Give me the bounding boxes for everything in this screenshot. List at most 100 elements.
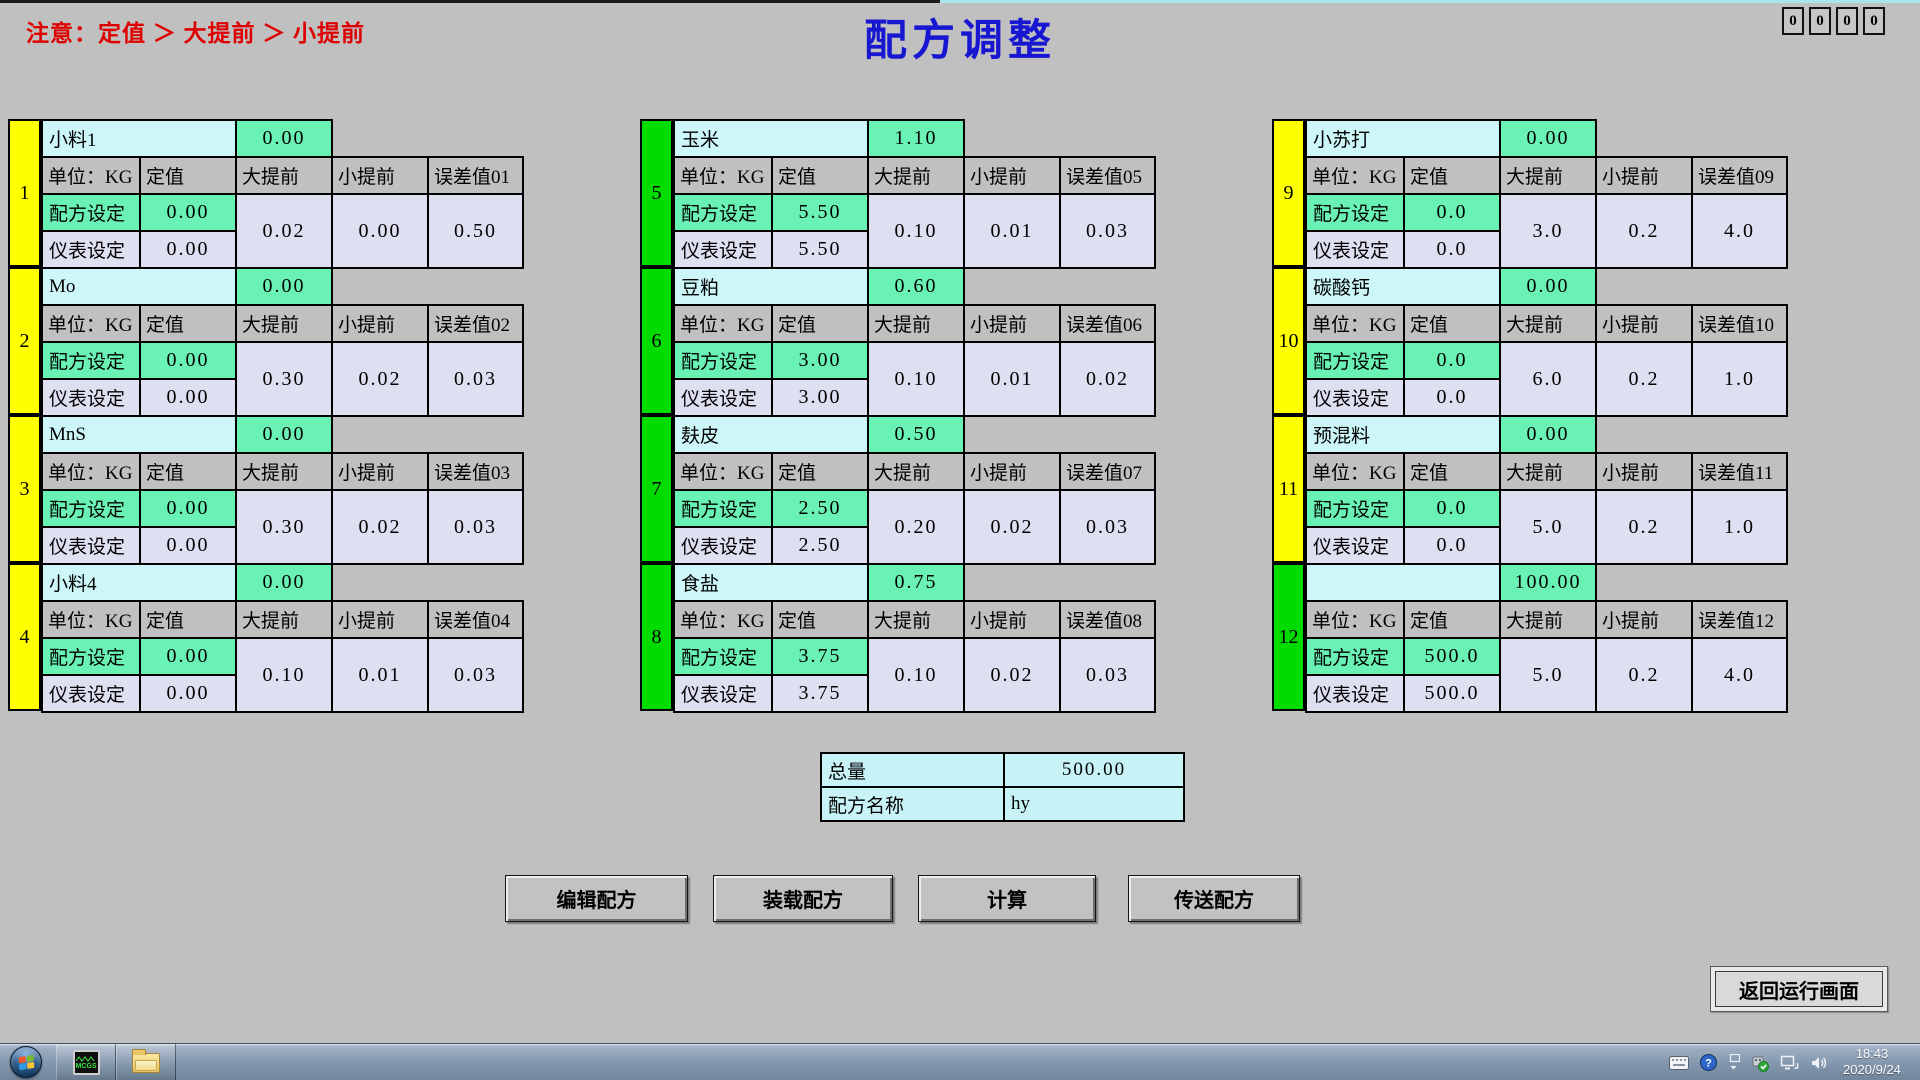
- recipe-set-label: 配方设定: [674, 638, 772, 675]
- summary-box: 总量 500.00 配方名称 hy: [820, 752, 1185, 822]
- small-advance-value[interactable]: 0.01: [964, 194, 1060, 268]
- big-advance-value[interactable]: 0.10: [868, 194, 964, 268]
- big-advance-value[interactable]: 0.20: [868, 490, 964, 564]
- back-to-run-screen-button[interactable]: 返回运行画面: [1710, 966, 1888, 1012]
- panel-blank-area: [1596, 268, 1787, 305]
- error-value[interactable]: 0.50: [428, 194, 523, 268]
- big-advance-value[interactable]: 0.30: [236, 490, 332, 564]
- recipe-set-value[interactable]: 500.0: [1404, 638, 1500, 675]
- current-weight-value: 0.50: [868, 416, 964, 453]
- counter-box: 0: [1782, 7, 1804, 35]
- big-advance-value[interactable]: 0.10: [868, 638, 964, 712]
- error-value[interactable]: 0.03: [428, 342, 523, 416]
- ingredient-table: Mo 0.00 单位：KG 定值 大提前 小提前 误差值02 配方设定 0.00…: [41, 267, 524, 417]
- ingredient-panel: 5 玉米 1.10 单位：KG 定值 大提前 小提前 误差值05 配方设定 5.…: [640, 119, 1155, 267]
- panel-blank-area: [964, 416, 1155, 453]
- small-advance-value[interactable]: 0.02: [964, 490, 1060, 564]
- small-advance-value[interactable]: 0.2: [1596, 638, 1692, 712]
- recipe-set-value[interactable]: 0.0: [1404, 194, 1500, 231]
- error-label: 误差值12: [1692, 601, 1787, 638]
- small-advance-value[interactable]: 0.00: [332, 194, 428, 268]
- error-value[interactable]: 0.03: [1060, 638, 1155, 712]
- small-advance-value[interactable]: 0.2: [1596, 342, 1692, 416]
- recipe-set-value[interactable]: 5.50: [772, 194, 868, 231]
- total-value[interactable]: 500.00: [1004, 753, 1184, 787]
- big-advance-value[interactable]: 5.0: [1500, 490, 1596, 564]
- big-advance-value[interactable]: 0.10: [868, 342, 964, 416]
- small-advance-value[interactable]: 0.01: [964, 342, 1060, 416]
- error-value[interactable]: 4.0: [1692, 194, 1787, 268]
- small-advance-value[interactable]: 0.2: [1596, 490, 1692, 564]
- big-advance-label: 大提前: [868, 601, 964, 638]
- recipe-set-value[interactable]: 0.00: [140, 194, 236, 231]
- small-advance-value[interactable]: 0.01: [332, 638, 428, 712]
- recipe-set-label: 配方设定: [674, 490, 772, 527]
- big-advance-value[interactable]: 3.0: [1500, 194, 1596, 268]
- big-advance-value[interactable]: 0.10: [236, 638, 332, 712]
- small-advance-label: 小提前: [964, 601, 1060, 638]
- recipe-set-value[interactable]: 0.00: [140, 638, 236, 675]
- error-value[interactable]: 1.0: [1692, 342, 1787, 416]
- error-value[interactable]: 1.0: [1692, 490, 1787, 564]
- current-weight-value: 0.00: [236, 564, 332, 601]
- unit-label: 单位：KG: [674, 305, 772, 342]
- taskbar-item-explorer[interactable]: [116, 1044, 176, 1080]
- panel-number: 6: [640, 267, 673, 415]
- current-weight-value: 1.10: [868, 120, 964, 157]
- recipe-set-value[interactable]: 3.00: [772, 342, 868, 379]
- meter-set-label: 仪表设定: [674, 379, 772, 416]
- show-hidden-icons-icon[interactable]: [1728, 1054, 1740, 1071]
- small-advance-value[interactable]: 0.02: [332, 490, 428, 564]
- clock[interactable]: 18:43 2020/9/24: [1830, 1046, 1914, 1078]
- ingredient-panel: 8 食盐 0.75 单位：KG 定值 大提前 小提前 误差值08 配方设定 3.…: [640, 563, 1155, 711]
- start-button[interactable]: [10, 1046, 42, 1078]
- taskbar-item-mcgs[interactable]: MCGS: [56, 1044, 116, 1080]
- big-advance-value[interactable]: 6.0: [1500, 342, 1596, 416]
- small-advance-label: 小提前: [1596, 453, 1692, 490]
- network-icon[interactable]: [1780, 1055, 1799, 1071]
- calculate-button[interactable]: 计算: [918, 875, 1096, 922]
- usb-device-icon[interactable]: [1751, 1054, 1769, 1072]
- unit-label: 单位：KG: [1306, 601, 1404, 638]
- big-advance-value[interactable]: 5.0: [1500, 638, 1596, 712]
- unit-label: 单位：KG: [1306, 305, 1404, 342]
- meter-set-value: 500.0: [1404, 675, 1500, 712]
- recipe-set-value[interactable]: 0.00: [140, 490, 236, 527]
- folder-icon: [132, 1053, 160, 1073]
- meter-set-label: 仪表设定: [42, 379, 140, 416]
- fixed-value-label: 定值: [772, 305, 868, 342]
- help-icon[interactable]: ?: [1700, 1054, 1717, 1071]
- recipe-set-value[interactable]: 2.50: [772, 490, 868, 527]
- load-recipe-button[interactable]: 装载配方: [713, 875, 893, 922]
- current-weight-value: 0.00: [236, 416, 332, 453]
- recipe-set-value[interactable]: 0.0: [1404, 342, 1500, 379]
- recipe-set-value[interactable]: 0.00: [140, 342, 236, 379]
- volume-icon[interactable]: [1810, 1055, 1828, 1071]
- error-value[interactable]: 0.02: [1060, 342, 1155, 416]
- error-value[interactable]: 0.03: [428, 638, 523, 712]
- error-value[interactable]: 0.03: [1060, 194, 1155, 268]
- meter-set-value: 0.00: [140, 231, 236, 268]
- big-advance-value[interactable]: 0.30: [236, 342, 332, 416]
- small-advance-value[interactable]: 0.02: [332, 342, 428, 416]
- big-advance-label: 大提前: [236, 453, 332, 490]
- panel-blank-area: [332, 268, 523, 305]
- error-value[interactable]: 4.0: [1692, 638, 1787, 712]
- counter-box: 0: [1809, 7, 1831, 35]
- error-value[interactable]: 0.03: [1060, 490, 1155, 564]
- ingredient-table: 食盐 0.75 单位：KG 定值 大提前 小提前 误差值08 配方设定 3.75…: [673, 563, 1156, 713]
- recipe-set-value[interactable]: 0.0: [1404, 490, 1500, 527]
- recipe-name-value[interactable]: hy: [1004, 787, 1184, 821]
- page-title: 配方调整: [864, 6, 1056, 68]
- small-advance-value[interactable]: 0.02: [964, 638, 1060, 712]
- panel-blank-area: [1596, 564, 1787, 601]
- meter-set-label: 仪表设定: [1306, 527, 1404, 564]
- big-advance-value[interactable]: 0.02: [236, 194, 332, 268]
- edit-recipe-button[interactable]: 编辑配方: [505, 875, 688, 922]
- error-value[interactable]: 0.03: [428, 490, 523, 564]
- keyboard-icon[interactable]: [1669, 1056, 1689, 1070]
- recipe-set-value[interactable]: 3.75: [772, 638, 868, 675]
- send-recipe-button[interactable]: 传送配方: [1128, 875, 1300, 922]
- small-advance-value[interactable]: 0.2: [1596, 194, 1692, 268]
- ingredient-name: [1306, 564, 1500, 601]
